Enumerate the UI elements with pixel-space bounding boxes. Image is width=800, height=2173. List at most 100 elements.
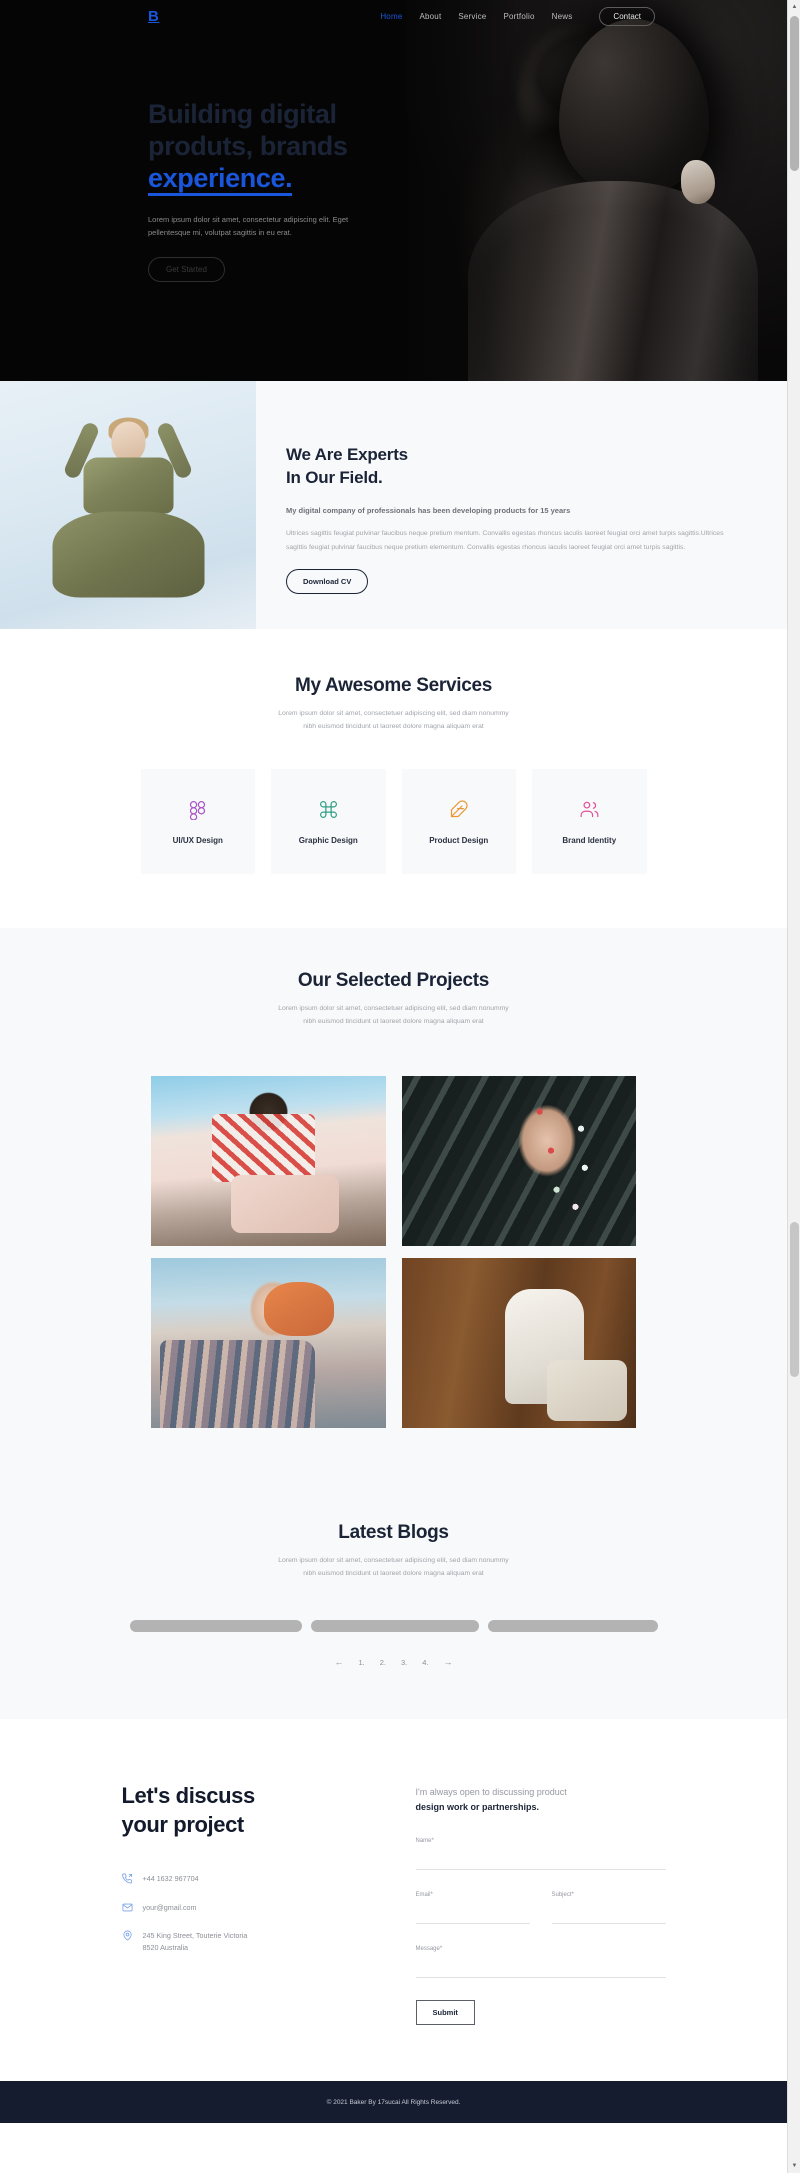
services-subtitle: Lorem ipsum dolor sit amet, consectetuer…: [0, 708, 787, 733]
message-label: Message*: [415, 1946, 443, 1953]
blog-card-placeholders: [129, 1620, 658, 1633]
vertical-scrollbar[interactable]: ▲ ▼: [787, 0, 800, 2173]
project-card-white-outfit[interactable]: [401, 1258, 636, 1429]
blogs-subtitle-line2: nibh euismod tincidunt ut laoreet dolore…: [303, 1569, 484, 1577]
contact-button[interactable]: Contact: [599, 7, 655, 26]
project-card-street-portrait[interactable]: [151, 1076, 386, 1247]
contact-email-row[interactable]: your@gmail.com: [122, 1902, 372, 1914]
service-label-product: Product Design: [429, 835, 489, 845]
hero-heading: Building digital produts, brands experie…: [148, 98, 478, 196]
nav-item-portfolio[interactable]: Portfolio: [503, 12, 534, 21]
services-grid: UI/UX Design Graphic Design Product Desi…: [140, 769, 647, 875]
contact-address-row: 245 King Street, Touterie Victoria 8520 …: [122, 1930, 372, 1953]
feather-icon: [448, 799, 469, 820]
nav-item-news[interactable]: News: [552, 12, 573, 21]
services-subtitle-line1: Lorem ipsum dolor sit amet, consectetuer…: [278, 710, 509, 717]
blogs-subtitle-line1: Lorem ipsum dolor sit amet, consectetuer…: [278, 1557, 509, 1565]
field-row-email-subject: Email* Subject*: [415, 1892, 666, 1946]
contact-phone-text: +44 1632 967704: [142, 1874, 199, 1884]
subject-input[interactable]: [551, 1909, 666, 1925]
command-icon: [318, 799, 339, 820]
blogs-title: Latest Blogs: [338, 1522, 449, 1544]
about-heading: We Are Experts In Our Field.: [286, 443, 745, 490]
about-heading-line2: In Our Field.: [286, 468, 383, 488]
scrollbar-thumb-lower[interactable]: [790, 1222, 799, 1377]
name-input[interactable]: [415, 1855, 666, 1871]
about-photo-head: [111, 421, 145, 462]
blog-placeholder-2[interactable]: [310, 1620, 479, 1633]
services-title: My Awesome Services: [294, 675, 493, 696]
contact-address-line2: 8520 Australia: [142, 1942, 189, 1952]
download-cv-button[interactable]: Download CV: [286, 568, 369, 594]
contact-form: Name* Email* Subject* Message* Submit: [415, 1838, 666, 2026]
about-section: We Are Experts In Our Field. My digital …: [0, 381, 787, 629]
service-card-brand[interactable]: Brand Identity: [532, 769, 647, 875]
service-card-uiux[interactable]: UI/UX Design: [140, 769, 255, 875]
footer-copyright: © 2021 Baker By 17sucai All Rights Reser…: [326, 2098, 461, 2106]
email-input[interactable]: [415, 1909, 530, 1925]
nav-item-home[interactable]: Home: [380, 12, 402, 21]
form-intro-line2: design work or partnerships.: [415, 1802, 540, 1813]
contact-address-text: 245 King Street, Touterie Victoria 8520 …: [143, 1930, 248, 1953]
services-section: My Awesome Services Lorem ipsum dolor si…: [0, 629, 787, 929]
services-subtitle-line2: nibh euismod tincidunt ut laoreet dolore…: [303, 722, 484, 730]
name-label: Name*: [415, 1838, 434, 1845]
blog-placeholder-3[interactable]: [487, 1620, 658, 1633]
about-lead-text: My digital company of professionals has …: [286, 505, 571, 515]
nav-links: Home About Service Portfolio News Contac…: [380, 7, 655, 26]
subject-label: Subject*: [551, 1892, 574, 1899]
project-card-pastel-portrait[interactable]: [151, 1258, 386, 1429]
field-email: Email*: [415, 1892, 530, 1925]
contact-heading-line2: your project: [121, 1812, 245, 1838]
field-message: Message*: [415, 1946, 666, 1979]
users-icon: [579, 799, 600, 820]
page-viewport: B Home About Service Portfolio News Cont…: [0, 0, 787, 2173]
about-heading-line1: We Are Experts: [286, 445, 408, 464]
project-card-floral-dancer[interactable]: [401, 1076, 636, 1247]
scrollbar-thumb-top[interactable]: [790, 16, 799, 171]
contact-phone-row[interactable]: +44 1632 967704: [121, 1873, 372, 1885]
get-started-button[interactable]: Get Started: [148, 257, 225, 283]
hero-heading-line1: Building digital: [148, 99, 337, 129]
blogs-subtitle: Lorem ipsum dolor sit amet, consectetuer…: [0, 1555, 787, 1580]
scrollbar-down-arrow[interactable]: ▼: [788, 2159, 800, 2173]
pagination-next[interactable]: →: [444, 1657, 453, 1667]
pagination-page-4[interactable]: 4.: [422, 1658, 428, 1667]
message-input[interactable]: [415, 1963, 666, 1979]
projects-subtitle: Lorem ipsum dolor sit amet, consectetuer…: [0, 1003, 787, 1028]
blog-placeholder-1[interactable]: [129, 1620, 302, 1633]
projects-subtitle-line2: nibh euismod tincidunt ut laoreet dolore…: [303, 1017, 484, 1025]
contact-email-text: your@gmail.com: [142, 1902, 197, 1912]
field-name: Name*: [415, 1838, 666, 1871]
pagination-page-1[interactable]: 1.: [358, 1658, 364, 1667]
scrollbar-up-arrow[interactable]: ▲: [788, 0, 800, 14]
nav-item-service[interactable]: Service: [458, 12, 486, 21]
mail-icon: [122, 1902, 133, 1913]
about-photo: [0, 381, 256, 629]
hero-heading-line2: produts, brands: [148, 131, 348, 162]
hero-subtext: Lorem ipsum dolor sit amet, consectetur …: [148, 214, 349, 238]
pagination-page-3[interactable]: 3.: [401, 1658, 407, 1667]
service-label-brand: Brand Identity: [562, 835, 617, 845]
service-card-product[interactable]: Product Design: [401, 769, 516, 875]
projects-subtitle-line1: Lorem ipsum dolor sit amet, consectetuer…: [278, 1005, 509, 1013]
submit-button[interactable]: Submit: [415, 2000, 475, 2026]
brand-logo[interactable]: B: [148, 8, 159, 25]
contact-heading: Let's discuss your project: [122, 1781, 372, 1839]
contact-left-column: Let's discuss your project +44 1632 9677…: [122, 1781, 372, 2025]
pagination-prev[interactable]: ←: [334, 1657, 343, 1667]
service-card-graphic[interactable]: Graphic Design: [271, 769, 386, 875]
blogs-pagination: ← 1. 2. 3. 4. →: [0, 1657, 787, 1667]
contact-right-column: I'm always open to discussing product de…: [415, 1781, 666, 2026]
location-pin-icon: [122, 1930, 133, 1942]
contact-heading-line1: Let's discuss: [121, 1783, 256, 1809]
contact-info-list: +44 1632 967704 your@gmail.com 245 King …: [121, 1873, 372, 1953]
nav-item-about[interactable]: About: [419, 12, 441, 21]
blogs-section: Latest Blogs Lorem ipsum dolor sit amet,…: [0, 1478, 787, 1720]
figma-icon: [187, 799, 208, 820]
about-photo-top: [83, 457, 173, 514]
page-footer: © 2021 Baker By 17sucai All Rights Reser…: [0, 2081, 787, 2124]
service-label-uiux: UI/UX Design: [172, 835, 223, 845]
about-body: We Are Experts In Our Field. My digital …: [256, 381, 787, 629]
pagination-page-2[interactable]: 2.: [380, 1658, 386, 1667]
